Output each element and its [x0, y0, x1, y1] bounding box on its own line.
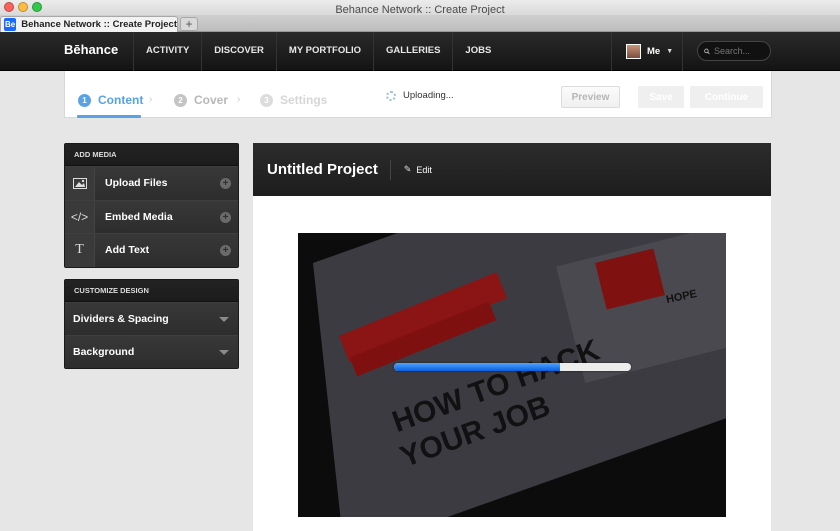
project-header: Untitled Project ✎ Edit: [253, 143, 771, 196]
step-number: 2: [174, 93, 187, 107]
close-window-button[interactable]: [4, 2, 14, 12]
edit-title-button[interactable]: ✎ Edit: [404, 164, 432, 175]
step-number: 1: [78, 93, 91, 107]
user-menu-label: Me: [647, 46, 661, 57]
customize-design-panel: CUSTOMIZE DESIGN Dividers & Spacing Back…: [64, 279, 239, 369]
header-divider: [389, 159, 391, 180]
nav-item-galleries[interactable]: GALLERIES: [373, 32, 452, 71]
step-label: Settings: [280, 93, 328, 107]
code-icon: </>: [65, 200, 95, 233]
step-cover[interactable]: 2 Cover: [174, 93, 228, 107]
pencil-icon: ✎: [403, 164, 412, 174]
background-label: Background: [73, 346, 135, 358]
dividers-spacing-label: Dividers & Spacing: [73, 313, 169, 325]
nav-item-jobs[interactable]: JOBS: [452, 32, 503, 71]
image-icon: [65, 167, 95, 200]
behance-logo[interactable]: Bēhance: [64, 32, 118, 71]
browser-tab[interactable]: Be Behance Network :: Create Project: [0, 16, 178, 32]
embed-media-label: Embed Media: [105, 210, 173, 223]
behance-favicon-icon: Be: [4, 18, 17, 31]
plus-icon: +: [220, 245, 231, 256]
add-text-button[interactable]: T Add Text +: [65, 233, 238, 267]
uploaded-image[interactable]: HOPE HOW TO HACK YOUR JOB: [298, 233, 726, 517]
upload-progress-fill: [394, 363, 560, 371]
dividers-spacing-dropdown[interactable]: Dividers & Spacing: [65, 302, 238, 335]
add-text-label: Add Text: [105, 244, 150, 257]
continue-button[interactable]: Continue: [690, 86, 763, 108]
user-menu[interactable]: Me ▼: [611, 32, 683, 71]
avatar: [626, 44, 641, 59]
search-box[interactable]: [697, 41, 771, 61]
chevron-right-icon: ›: [237, 94, 241, 105]
minimize-window-button[interactable]: [18, 2, 28, 12]
upload-status-text: Uploading...: [403, 90, 454, 101]
step-label: Cover: [194, 93, 229, 107]
project-steps-bar: 1 Content › 2 Cover › 3 Settings Uploadi…: [64, 71, 772, 118]
plus-icon: +: [220, 178, 231, 189]
window-controls: [4, 2, 42, 12]
zoom-window-button[interactable]: [32, 2, 42, 12]
preview-button[interactable]: Preview: [561, 86, 620, 108]
nav-menu: ACTIVITY DISCOVER MY PORTFOLIO GALLERIES…: [133, 32, 503, 71]
embed-media-button[interactable]: </> Embed Media +: [65, 199, 238, 233]
search-icon: [704, 48, 710, 54]
nav-item-discover[interactable]: DISCOVER: [201, 32, 276, 71]
panel-header: ADD MEDIA: [65, 144, 238, 166]
save-button[interactable]: Save: [638, 86, 684, 108]
step-label: Content: [98, 93, 144, 107]
spinner-icon: [386, 90, 396, 101]
window-titlebar: Behance Network :: Create Project: [0, 0, 840, 16]
chevron-right-icon: ›: [149, 94, 153, 105]
upload-status: Uploading...: [386, 90, 454, 101]
add-media-panel: ADD MEDIA Upload Files + </> Embed Media…: [64, 143, 239, 268]
top-navigation: Bēhance ACTIVITY DISCOVER MY PORTFOLIO G…: [0, 32, 840, 71]
project-canvas: Untitled Project ✎ Edit HOPE HOW TO HACK…: [253, 143, 771, 531]
step-content[interactable]: 1 Content: [78, 93, 143, 107]
chevron-down-icon: ▼: [666, 48, 674, 55]
text-icon: T: [65, 234, 95, 267]
new-tab-button[interactable]: +: [180, 17, 198, 31]
edit-label: Edit: [416, 164, 432, 175]
nav-item-activity[interactable]: ACTIVITY: [133, 32, 201, 71]
panel-header: CUSTOMIZE DESIGN: [65, 280, 238, 302]
background-dropdown[interactable]: Background: [65, 335, 238, 368]
upload-progress-bar: [394, 363, 631, 371]
chevron-down-icon: [219, 317, 229, 322]
step-settings[interactable]: 3 Settings: [260, 93, 327, 107]
plus-icon: +: [220, 211, 231, 223]
upload-files-label: Upload Files: [105, 177, 168, 190]
search-input[interactable]: [714, 46, 770, 56]
nav-item-my-portfolio[interactable]: MY PORTFOLIO: [275, 32, 373, 71]
project-title: Untitled Project: [267, 161, 378, 178]
chevron-down-icon: [219, 350, 229, 355]
step-number: 3: [260, 93, 273, 107]
upload-files-button[interactable]: Upload Files +: [65, 166, 238, 200]
active-step-indicator: [77, 115, 141, 118]
tab-label: Behance Network :: Create Project: [21, 19, 177, 30]
browser-tabbar: Be Behance Network :: Create Project +: [0, 15, 840, 32]
